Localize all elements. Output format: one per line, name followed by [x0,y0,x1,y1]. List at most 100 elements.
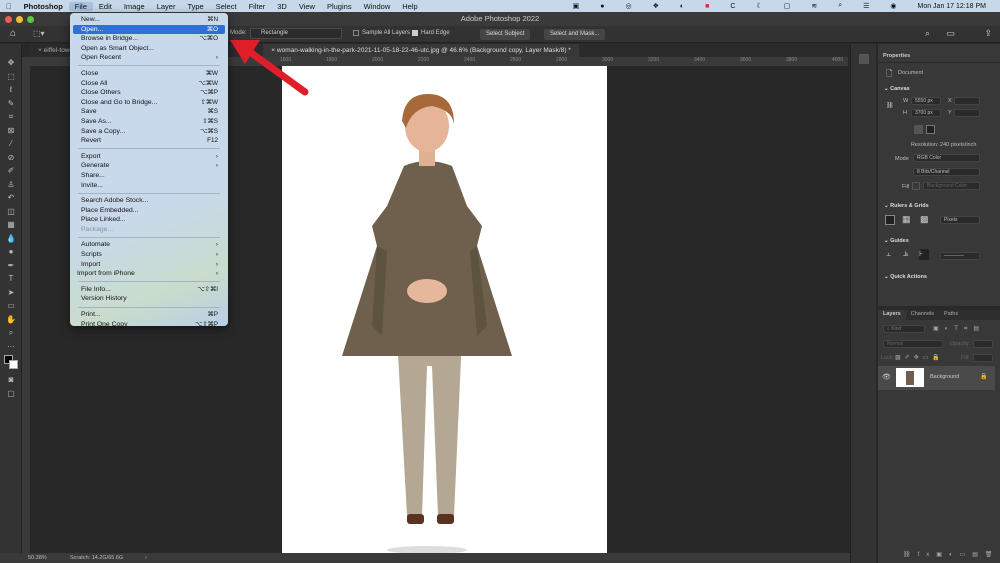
siri-icon[interactable]: ◉ [884,2,902,10]
dodge-tool-icon[interactable]: ● [0,245,22,259]
history-brush-icon[interactable]: ↶ [0,191,22,205]
layer-row-background[interactable]: 👁 Background 🔒 [878,366,995,390]
quick-actions-section[interactable]: ⌄ Quick Actions [884,274,927,280]
menu-item-open-as-smart-object[interactable]: Open as Smart Object... [70,44,228,54]
menu-item-save-a-copy[interactable]: Save a Copy... ⌥⌘S [70,127,228,137]
menu-item-file-info[interactable]: File Info... ⌥⇧⌘I [70,285,228,295]
panel-icon[interactable] [859,54,869,64]
menu-item-version-history[interactable]: Version History [70,294,228,304]
layer-filter-icons[interactable]: ▣◐T⌗▤ [933,325,985,333]
menu-layer[interactable]: Layer [151,2,182,11]
canvas-image[interactable] [282,66,607,555]
menu-item-close-and-go-to-bridge[interactable]: Close and Go to Bridge... ⇧⌘W [70,98,228,108]
canvas-section[interactable]: ⌄ Canvas [884,86,910,92]
crop-tool-icon[interactable]: ⌗ [0,110,22,124]
menu-item-open[interactable]: Open... ⌘O [73,24,225,35]
brush-tool-icon[interactable]: ✐ [0,164,22,178]
bit-depth-dropdown[interactable]: 8 Bits/Channel [913,168,980,176]
menu-file[interactable]: File [68,1,93,11]
tab-channels[interactable]: Channels [906,310,939,320]
menu-view[interactable]: View [293,2,321,11]
fill-dropdown[interactable]: Background Color [923,182,980,190]
color-mode-dropdown[interactable]: RGB Color [913,154,980,162]
frame-tool-icon[interactable]: ⊠ [0,124,22,138]
menu-item-import-from-iphone[interactable]: Import from iPhone › [70,269,228,279]
select-and-mask-button[interactable]: Select and Mask... [544,29,606,40]
fill-swatch[interactable] [912,182,920,190]
menu-item-place-embedded[interactable]: Place Embedded... [70,206,228,216]
menu-item-new[interactable]: New... ⌘N [70,15,228,25]
screen-mode-icon[interactable]: ▢ [0,387,22,401]
menu-item-save[interactable]: Save ⌘S [70,107,228,117]
x-field[interactable] [954,97,980,105]
height-field[interactable]: 3700 px [911,109,941,117]
smart-guide-icon[interactable]: ⊦ [919,249,929,260]
lock-icons[interactable]: ▩✐✥▭🔒 [895,354,944,361]
menu-item-revert[interactable]: Revert F12 [70,136,228,146]
layer-kind-filter[interactable]: ⌕ Kind [883,325,925,333]
move-tool-icon[interactable]: ✥ [0,56,22,70]
type-tool-icon[interactable]: T [0,272,22,286]
dropbox-icon[interactable]: ❖ [647,2,665,10]
menu-item-place-linked[interactable]: Place Linked... [70,215,228,225]
zoom-tool-icon[interactable]: ⌕ [0,326,22,340]
menu-item-open-recent[interactable]: Open Recent › [70,53,228,63]
camera-icon[interactable]: ▣ [567,2,586,10]
wifi-icon[interactable]: ≋ [805,2,823,10]
tab-layers[interactable]: Layers [878,310,906,320]
guide-icon[interactable]: ⫠ [886,249,891,259]
c-icon[interactable]: C [724,3,741,10]
menu-type[interactable]: Type [181,2,209,11]
hand-tool-icon[interactable]: ✋ [0,313,22,327]
tab-paths[interactable]: Paths [939,310,963,320]
close-window-button[interactable] [5,16,12,23]
workspace-icon[interactable]: ▭ [946,28,955,39]
menu-item-close-others[interactable]: Close Others ⌥⌘P [70,88,228,98]
hard-edge-checkbox[interactable] [412,30,418,36]
layer-footer-icons[interactable]: ⛓fx▣◐▭▤🗑 [903,551,1000,558]
menu-item-scripts[interactable]: Scripts › [70,250,228,260]
menu-item-close[interactable]: Close ⌘W [70,69,228,79]
status-menu-arrow[interactable]: › [145,553,147,563]
scratch-info[interactable]: Scratch: 14.2G/65.6G [70,553,123,563]
menu-window[interactable]: Window [358,2,397,11]
units-dropdown[interactable]: Pixels [940,216,980,224]
quick-mask-icon[interactable]: ◙ [0,373,22,387]
moon-icon[interactable]: ☾ [750,2,768,10]
properties-tab[interactable]: Properties [878,50,918,62]
marquee-tool-icon[interactable]: ⬚ [0,70,22,84]
share-icon[interactable]: ⇪ [984,28,992,39]
power-icon[interactable]: ◐ [674,3,690,10]
menu-plugins[interactable]: Plugins [321,2,358,11]
more-tools-icon[interactable]: ··· [0,340,22,354]
rulers-grids-section[interactable]: ⌄ Rulers & Grids [884,203,929,209]
menu-item-print-one-copy[interactable]: Print One Copy ⌥⇧⌘P [70,320,228,330]
menu-image[interactable]: Image [118,2,151,11]
guide-style-dropdown[interactable]: ―――― [940,252,980,260]
layer-name[interactable]: Background [930,374,959,380]
menu-item-print[interactable]: Print... ⌘P [70,310,228,320]
menu-item-invite[interactable]: Invite... [70,181,228,191]
portrait-icon[interactable] [914,125,923,134]
ruler-icon[interactable] [885,215,895,225]
tool-preset-icon[interactable]: ⬚▾ [33,29,45,38]
home-icon[interactable]: ⌂ [10,28,16,39]
y-field[interactable] [954,109,980,117]
blur-tool-icon[interactable]: 💧 [0,232,22,246]
apple-icon[interactable]:  [0,2,18,11]
lasso-tool-icon[interactable]: ℓ [0,83,22,97]
menu-item-save-as[interactable]: Save As... ⇧⌘S [70,117,228,127]
eraser-tool-icon[interactable]: ◫ [0,205,22,219]
menu-item-generate[interactable]: Generate › [70,161,228,171]
menu-item-export[interactable]: Export › [70,152,228,162]
fill-field[interactable] [973,354,993,362]
pixel-grid-icon[interactable]: ▩ [920,214,929,225]
blend-mode-dropdown[interactable]: Normal [883,340,943,348]
stamp-tool-icon[interactable]: ♙ [0,178,22,192]
menu-item-close-all[interactable]: Close All ⌥⌘W [70,79,228,89]
pen-tool-icon[interactable]: ✒ [0,259,22,273]
guide-lock-icon[interactable]: ⫡ [903,249,908,259]
sample-all-layers-checkbox[interactable] [353,30,359,36]
menu-edit[interactable]: Edit [93,2,118,11]
minimize-window-button[interactable] [16,16,23,23]
